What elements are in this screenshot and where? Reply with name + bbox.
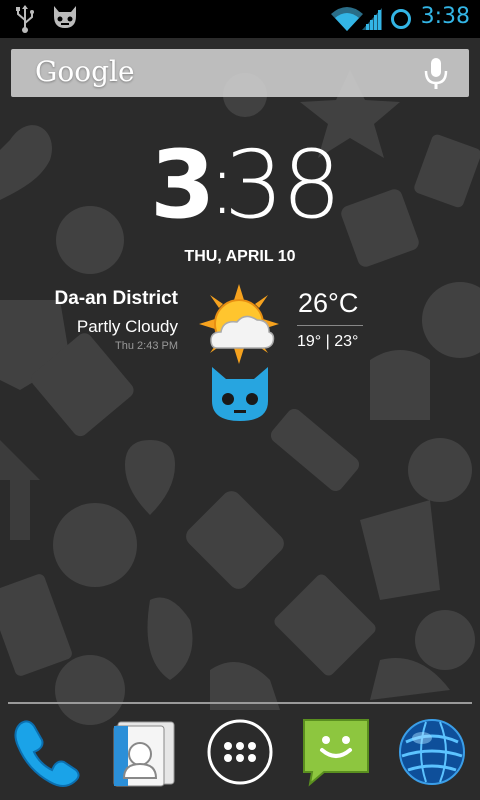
signal-icon bbox=[360, 6, 384, 36]
dock-divider bbox=[8, 702, 472, 704]
home-screen: 3:38 Google 3 : 38 THU, APRIL 10 Da-an D… bbox=[0, 0, 480, 800]
clock-widget[interactable]: 3 : 38 bbox=[0, 138, 480, 234]
google-search-bar[interactable]: Google bbox=[11, 49, 469, 97]
contacts-icon[interactable] bbox=[106, 716, 178, 788]
weather-temp-range: 19° | 23° bbox=[297, 333, 359, 350]
status-bar: 3:38 bbox=[0, 0, 480, 38]
phone-icon[interactable] bbox=[10, 716, 82, 788]
mic-icon[interactable] bbox=[423, 57, 449, 95]
partly-cloudy-icon bbox=[197, 282, 281, 370]
weather-temperature: 26°C bbox=[298, 288, 359, 318]
browser-globe-icon[interactable] bbox=[396, 716, 468, 788]
weather-divider bbox=[297, 325, 363, 326]
app-drawer-icon[interactable] bbox=[204, 716, 276, 788]
status-clock: 3:38 bbox=[420, 4, 470, 29]
wifi-icon bbox=[330, 6, 364, 36]
usb-icon bbox=[14, 4, 36, 38]
weather-location: Da-an District bbox=[54, 288, 178, 309]
clock-minutes: 38 bbox=[224, 131, 342, 240]
cid-mascot-icon[interactable] bbox=[208, 365, 272, 427]
messaging-icon[interactable] bbox=[300, 716, 372, 788]
sync-icon bbox=[390, 8, 412, 34]
weather-condition: Partly Cloudy bbox=[76, 317, 178, 336]
google-logo[interactable]: Google bbox=[35, 55, 135, 88]
cid-notification-icon bbox=[50, 4, 80, 36]
clock-date: THU, APRIL 10 bbox=[184, 248, 296, 265]
weather-updated-time: Thu 2:43 PM bbox=[115, 340, 178, 352]
clock-hour: 3 bbox=[150, 131, 216, 240]
